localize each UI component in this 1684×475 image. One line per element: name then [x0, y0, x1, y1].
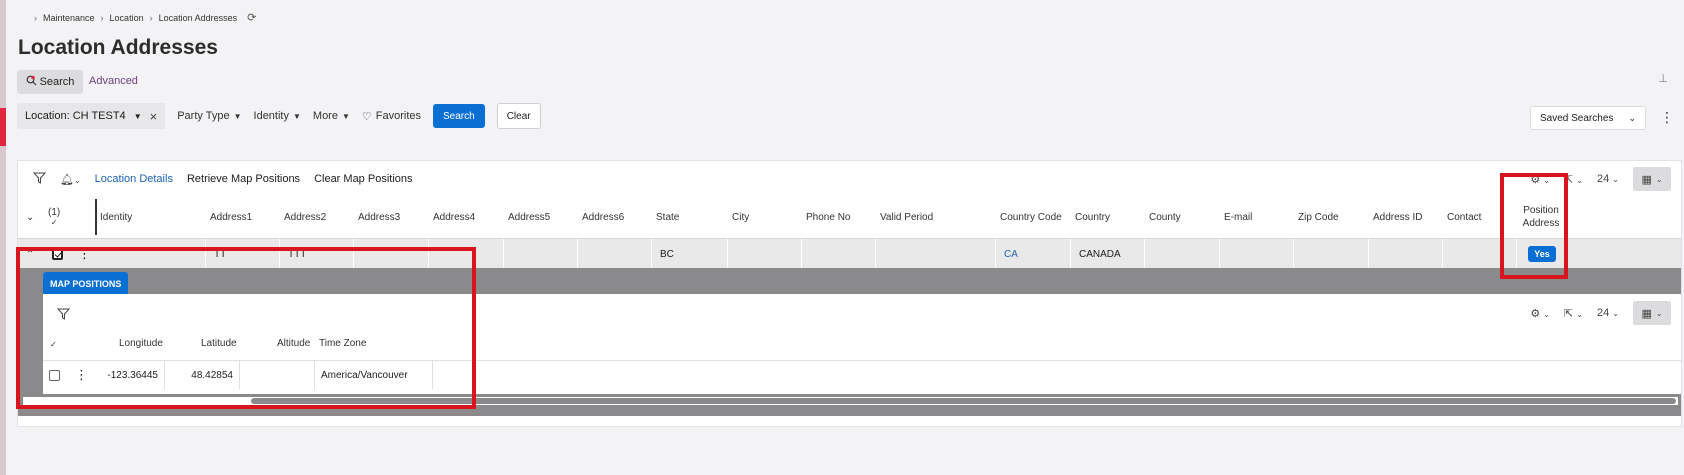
- identity-filter[interactable]: Identity ▼: [254, 110, 301, 122]
- chevron-right-icon: ›: [149, 12, 153, 23]
- col-contact[interactable]: Contact: [1447, 197, 1481, 237]
- more-label: More: [312, 110, 338, 122]
- heart-icon: ♡: [361, 110, 372, 123]
- cell-state[interactable]: BC: [652, 239, 728, 269]
- location-details-link[interactable]: Location Details: [95, 173, 173, 185]
- clear-map-positions-button[interactable]: Clear Map Positions: [314, 173, 412, 185]
- col-country[interactable]: Country: [1075, 197, 1110, 237]
- column-selector-button[interactable]: ▦ ⌄: [1633, 301, 1671, 325]
- cell-address-id[interactable]: [1369, 239, 1443, 269]
- col-identity[interactable]: Identity: [100, 197, 132, 237]
- column-selector-button[interactable]: ▦ ⌄: [1633, 167, 1671, 191]
- check-icon: ✓: [50, 218, 58, 227]
- search-icon: [26, 75, 37, 89]
- location-filter-label: Location: CH TEST4: [25, 110, 126, 122]
- breadcrumb-location-addresses: Location Addresses: [158, 12, 238, 23]
- filter-icon[interactable]: [32, 172, 47, 187]
- more-filter[interactable]: More ▼: [313, 110, 350, 122]
- identity-label: Identity: [253, 110, 289, 122]
- clear-button[interactable]: Clear: [496, 103, 541, 129]
- close-icon[interactable]: ×: [150, 109, 158, 124]
- col-address2[interactable]: Address2: [284, 197, 326, 237]
- breadcrumb-maintenance[interactable]: Maintenance: [43, 13, 95, 23]
- settings-icon[interactable]: ⚙ ⌄: [1530, 307, 1550, 320]
- col-country-code[interactable]: Country Code: [1000, 197, 1062, 237]
- saved-searches-dropdown[interactable]: Saved Searches ⌄: [1530, 106, 1646, 130]
- col-address6[interactable]: Address6: [582, 197, 624, 237]
- col-address4[interactable]: Address4: [433, 197, 475, 237]
- pin-icon[interactable]: ⊥: [1658, 72, 1668, 85]
- retrieve-map-positions-button[interactable]: Retrieve Map Positions: [187, 173, 300, 185]
- page-size-value: 24: [1596, 173, 1610, 185]
- col-address-id[interactable]: Address ID: [1373, 197, 1422, 237]
- cell-valid-period[interactable]: [876, 239, 996, 269]
- col-county[interactable]: County: [1149, 197, 1181, 237]
- caret-down-icon[interactable]: ▼: [134, 112, 142, 121]
- col-address3[interactable]: Address3: [358, 197, 400, 237]
- cell-zip[interactable]: [1294, 239, 1369, 269]
- page-size-selector[interactable]: 24 ⌄: [1597, 307, 1619, 319]
- select-all[interactable]: (1) ✓: [48, 197, 60, 237]
- filter-bar: Location: CH TEST4 ▼ × Party Type ▼ Ident…: [17, 103, 541, 129]
- cell-county[interactable]: [1145, 239, 1220, 269]
- col-zip-code[interactable]: Zip Code: [1298, 197, 1339, 237]
- table-icon: ▦: [1641, 307, 1652, 320]
- col-address5[interactable]: Address5: [508, 197, 550, 237]
- cell-address6[interactable]: [578, 239, 652, 269]
- chevron-down-icon: ⌄: [1628, 112, 1636, 123]
- breadcrumb: › Maintenance › Location › Location Addr…: [34, 11, 256, 24]
- caret-down-icon: ▼: [292, 111, 301, 121]
- bell-icon[interactable]: 🔔︎⌄: [60, 173, 81, 186]
- breadcrumb-location[interactable]: Location: [110, 13, 144, 23]
- grid-toolbar: 🔔︎⌄ Location Details Retrieve Map Positi…: [32, 161, 413, 197]
- highlight-box-position-address: [1500, 173, 1568, 279]
- cell-city[interactable]: [728, 239, 802, 269]
- search-toggle-label: Search: [39, 76, 75, 88]
- chevron-down-icon: ⌄: [1655, 174, 1663, 184]
- cell-email[interactable]: [1220, 239, 1294, 269]
- party-type-label: Party Type: [177, 110, 230, 122]
- cell-country-code[interactable]: CA: [996, 239, 1071, 269]
- page-size-selector[interactable]: 24 ⌄: [1597, 173, 1619, 185]
- export-icon[interactable]: ⇱ ⌄: [1564, 307, 1583, 320]
- col-address1[interactable]: Address1: [210, 197, 252, 237]
- party-type-filter[interactable]: Party Type ▼: [177, 110, 241, 122]
- more-options-icon[interactable]: ⋮: [1660, 109, 1674, 126]
- map-toolbar-right: ⚙ ⌄ ⇱ ⌄ 24 ⌄ ▦ ⌄: [1530, 301, 1671, 325]
- left-edge-bar: [0, 0, 6, 475]
- chevron-down-icon: ⌄: [1655, 308, 1663, 318]
- cell-address5[interactable]: [504, 239, 578, 269]
- refresh-icon[interactable]: ⟳: [247, 11, 256, 24]
- page-size-value: 24: [1596, 307, 1610, 319]
- chevron-right-icon: ›: [100, 12, 104, 23]
- favorites-button[interactable]: ♡ Favorites: [362, 110, 421, 123]
- favorites-label: Favorites: [375, 110, 422, 122]
- col-phone-no[interactable]: Phone No: [806, 197, 850, 237]
- page-title: Location Addresses: [18, 36, 218, 59]
- search-toggle-button[interactable]: Search: [17, 70, 83, 94]
- selected-count: (1): [48, 207, 61, 218]
- advanced-search-link[interactable]: Advanced: [89, 75, 138, 87]
- cell-country[interactable]: CANADA: [1071, 239, 1145, 269]
- frozen-column-divider: [95, 199, 97, 235]
- table-icon: ▦: [1641, 173, 1652, 186]
- col-valid-period[interactable]: Valid Period: [880, 197, 933, 237]
- table-header: ⌄ (1) ✓ Identity Address1 Address2 Addres…: [18, 197, 1681, 237]
- caret-down-icon: ▼: [341, 111, 350, 121]
- cell-phone[interactable]: [802, 239, 876, 269]
- highlight-box-map-positions: [16, 247, 476, 409]
- col-email[interactable]: E-mail: [1224, 197, 1252, 237]
- col-city[interactable]: City: [732, 197, 749, 237]
- collapse-all-icon[interactable]: ⌄: [26, 197, 34, 237]
- search-button[interactable]: Search: [433, 104, 485, 128]
- location-filter-chip[interactable]: Location: CH TEST4 ▼ ×: [17, 103, 166, 129]
- col-state[interactable]: State: [656, 197, 679, 237]
- chevron-right-icon: ›: [34, 12, 37, 23]
- left-edge-accent: [0, 108, 6, 146]
- saved-searches-label: Saved Searches: [1540, 112, 1614, 124]
- caret-down-icon: ▼: [233, 111, 242, 121]
